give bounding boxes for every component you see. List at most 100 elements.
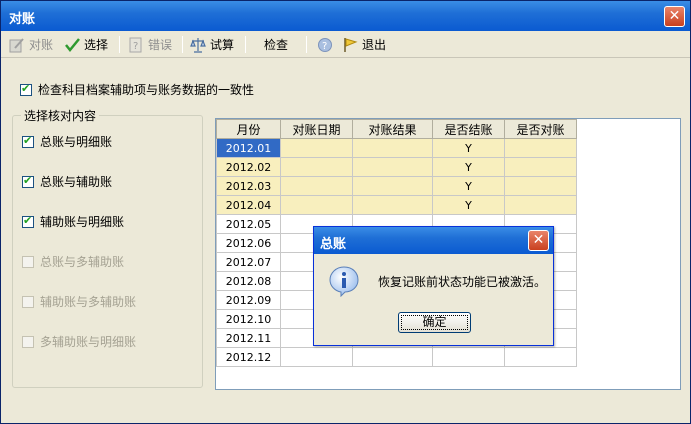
consistency-check-option[interactable]: 检查科目档案辅助项与账务数据的一致性 bbox=[20, 81, 254, 98]
column-header[interactable]: 对账结果 bbox=[352, 119, 433, 139]
error-label: 错误 bbox=[148, 38, 173, 52]
close-button[interactable]: ✕ bbox=[664, 6, 685, 27]
month-cell[interactable]: 2012.06 bbox=[216, 233, 281, 253]
option-label: 辅助账与明细账 bbox=[40, 215, 125, 229]
option-label: 辅助账与多辅助账 bbox=[40, 295, 137, 309]
scale-icon bbox=[190, 37, 206, 53]
table-cell[interactable] bbox=[504, 138, 577, 158]
month-cell[interactable]: 2012.09 bbox=[216, 290, 281, 310]
option-checkbox[interactable] bbox=[22, 335, 34, 348]
table-cell[interactable]: Y bbox=[432, 138, 505, 158]
column-header[interactable]: 对账日期 bbox=[280, 119, 353, 139]
option-label: 多辅助账与明细账 bbox=[40, 335, 137, 349]
svg-text:?: ? bbox=[133, 41, 138, 52]
table-row[interactable]: 2012.12 bbox=[216, 347, 577, 367]
option-gl-vs-aux[interactable]: 总账与辅助账 bbox=[22, 173, 112, 190]
select-label: 选择 bbox=[84, 38, 109, 52]
exit-flag-icon bbox=[342, 37, 358, 53]
trial-balance-button[interactable]: 试算 bbox=[190, 34, 234, 55]
checkmark-icon bbox=[64, 37, 80, 53]
toolbar-separator bbox=[119, 36, 120, 53]
svg-text:?: ? bbox=[322, 41, 327, 52]
table-cell[interactable]: Y bbox=[432, 195, 505, 215]
help-icon: ? bbox=[317, 37, 333, 53]
month-cell[interactable]: 2012.02 bbox=[216, 157, 281, 177]
option-gl-vs-detail[interactable]: 总账与明细账 bbox=[22, 133, 112, 150]
title-bar[interactable]: 对账 ✕ bbox=[1, 1, 690, 31]
table-cell[interactable] bbox=[352, 157, 433, 177]
table-cell[interactable]: Y bbox=[432, 176, 505, 196]
inspect-button[interactable]: 检查 bbox=[264, 34, 288, 55]
dialog-message: 恢复记账前状态功能已被激活。 bbox=[378, 275, 547, 289]
table-row[interactable]: 2012.01 Y bbox=[216, 138, 577, 158]
exit-label: 退出 bbox=[362, 38, 387, 52]
check-pencil-icon bbox=[9, 37, 25, 53]
option-checkbox[interactable] bbox=[22, 174, 34, 188]
month-cell[interactable]: 2012.05 bbox=[216, 214, 281, 234]
option-checkbox[interactable] bbox=[22, 295, 34, 308]
group-title: 选择核对内容 bbox=[21, 107, 100, 124]
option-label: 总账与辅助账 bbox=[40, 175, 113, 189]
table-row[interactable]: 2012.03 Y bbox=[216, 176, 577, 196]
reconcile-button[interactable]: 对账 bbox=[9, 34, 53, 55]
consistency-checkbox[interactable] bbox=[20, 82, 32, 96]
reconcile-label: 对账 bbox=[29, 38, 54, 52]
toolbar: 对账 选择 ? 错误 试算 检查 ? 退出 bbox=[1, 31, 690, 58]
dialog-close-button[interactable]: ✕ bbox=[528, 230, 549, 251]
dialog-title-bar[interactable]: 总账 ✕ bbox=[314, 227, 553, 254]
month-cell[interactable]: 2012.03 bbox=[216, 176, 281, 196]
table-row[interactable]: 2012.02 Y bbox=[216, 157, 577, 177]
inspect-label: 检查 bbox=[264, 38, 289, 52]
column-header[interactable]: 月份 bbox=[216, 119, 281, 139]
consistency-check-label: 检查科目档案辅助项与账务数据的一致性 bbox=[38, 83, 255, 97]
info-icon bbox=[328, 265, 360, 298]
table-cell[interactable] bbox=[352, 176, 433, 196]
month-cell[interactable]: 2012.08 bbox=[216, 271, 281, 291]
error-doc-icon: ? bbox=[128, 37, 144, 53]
month-cell[interactable]: 2012.10 bbox=[216, 309, 281, 329]
table-cell[interactable] bbox=[432, 347, 505, 367]
option-multi-aux-vs-detail[interactable]: 多辅助账与明细账 bbox=[22, 333, 136, 350]
table-cell[interactable] bbox=[504, 195, 577, 215]
option-checkbox[interactable] bbox=[22, 134, 34, 148]
column-header[interactable]: 是否结账 bbox=[432, 119, 505, 139]
exit-button[interactable]: 退出 bbox=[342, 34, 386, 55]
dialog-title: 总账 bbox=[320, 237, 347, 252]
month-cell[interactable]: 2012.04 bbox=[216, 195, 281, 215]
month-cell[interactable]: 2012.07 bbox=[216, 252, 281, 272]
reconciliation-window: 对账 ✕ 对账 选择 ? 错误 试算 检查 ? 退出 ✔ 检查科目档案辅助项与账… bbox=[0, 0, 691, 424]
table-cell[interactable] bbox=[504, 176, 577, 196]
column-header[interactable]: 是否对账 bbox=[504, 119, 577, 139]
month-cell[interactable]: 2012.01 bbox=[216, 138, 281, 158]
option-checkbox[interactable] bbox=[22, 255, 34, 268]
error-button[interactable]: ? 错误 bbox=[128, 34, 172, 55]
select-button[interactable]: 选择 bbox=[64, 34, 108, 55]
toolbar-separator bbox=[306, 36, 307, 53]
toolbar-separator bbox=[245, 36, 246, 53]
table-cell[interactable] bbox=[504, 347, 577, 367]
table-cell[interactable] bbox=[280, 138, 353, 158]
table-row[interactable]: 2012.04 Y bbox=[216, 195, 577, 215]
table-cell[interactable] bbox=[280, 195, 353, 215]
table-cell[interactable] bbox=[280, 157, 353, 177]
table-cell[interactable] bbox=[352, 138, 433, 158]
option-checkbox[interactable] bbox=[22, 214, 34, 228]
table-cell[interactable] bbox=[504, 157, 577, 177]
option-aux-vs-detail[interactable]: 辅助账与明细账 bbox=[22, 213, 124, 230]
option-gl-vs-multi-aux[interactable]: 总账与多辅助账 bbox=[22, 253, 124, 270]
window-title: 对账 bbox=[9, 12, 36, 27]
help-button[interactable]: ? bbox=[317, 34, 333, 55]
table-cell[interactable] bbox=[352, 347, 433, 367]
table-cell[interactable] bbox=[280, 176, 353, 196]
option-label: 总账与多辅助账 bbox=[40, 255, 125, 269]
toolbar-separator bbox=[182, 36, 183, 53]
table-cell[interactable]: Y bbox=[432, 157, 505, 177]
month-cell[interactable]: 2012.11 bbox=[216, 328, 281, 348]
table-cell[interactable] bbox=[280, 347, 353, 367]
table-header-row: 月份 对账日期 对账结果 是否结账 是否对账 bbox=[216, 119, 577, 139]
option-aux-vs-multi-aux[interactable]: 辅助账与多辅助账 bbox=[22, 293, 136, 310]
ok-button[interactable]: 确定 bbox=[398, 312, 471, 333]
month-cell[interactable]: 2012.12 bbox=[216, 347, 281, 367]
message-dialog: 总账 ✕ 恢复记账前状态功能已被激活。 确定 bbox=[313, 226, 554, 346]
table-cell[interactable] bbox=[352, 195, 433, 215]
